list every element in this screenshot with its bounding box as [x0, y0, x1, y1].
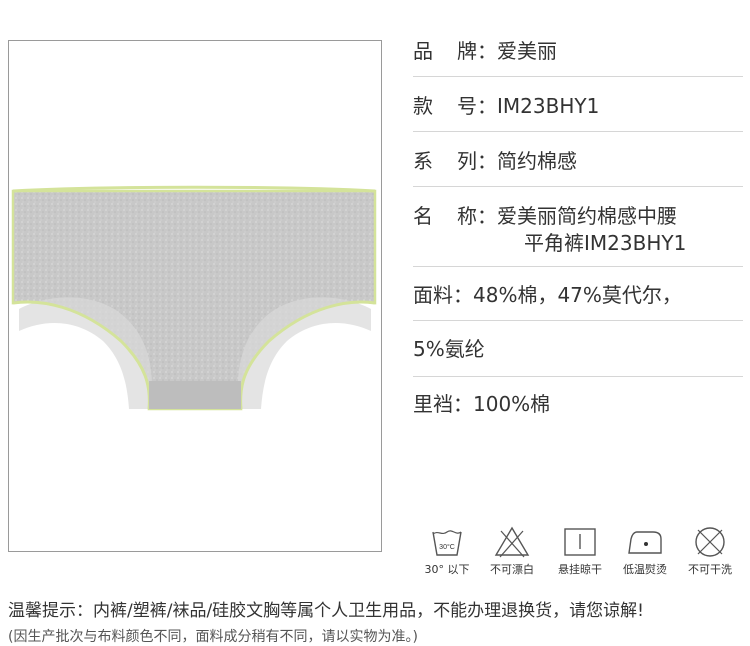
care-caption: 不可漂白	[490, 563, 534, 576]
divider	[413, 320, 743, 321]
no-bleach-icon	[494, 526, 530, 558]
care-caption: 悬挂晾干	[558, 563, 602, 576]
spec-name-label: 名称	[413, 204, 477, 228]
spec-brand-value: 爱美丽	[497, 39, 557, 63]
warm-notice: 温馨提示：内裤/塑裤/袜品/硅胶文胸等属个人卫生用品，不能办理退换货，请您谅解!	[8, 601, 644, 621]
spec-fabric-cont: 5%氨纶	[413, 336, 750, 363]
spec-lining: 里裆：100%棉	[413, 392, 551, 416]
divider	[413, 76, 743, 77]
care-no-bleach: 不可漂白	[482, 525, 542, 577]
color-disclaimer: (因生产批次与布料颜色不同，面料成分稍有不同，请以实物为准。)	[8, 629, 418, 645]
spec-style-no-value: IM23BHY1	[497, 94, 600, 118]
spec-series-label: 系列	[413, 149, 477, 173]
care-hang-dry: 悬挂晾干	[550, 525, 610, 577]
care-low-iron: 低温熨烫	[615, 525, 675, 577]
divider	[413, 186, 743, 187]
care-caption: 30° 以下	[424, 563, 470, 576]
spec-series-value: 简约棉感	[497, 149, 577, 173]
spec-brand: 品牌 ：爱美丽	[413, 39, 557, 63]
wash-30-icon: 30°C	[432, 530, 462, 556]
spec-lining-label: 里裆	[413, 392, 453, 416]
no-dry-clean-icon	[695, 527, 725, 557]
spec-fabric: 面料：48%棉，47%莫代尔，	[413, 283, 682, 307]
spec-brand-label: 品牌	[413, 39, 477, 63]
spec-fabric-value-line2: 5%氨纶	[413, 337, 485, 361]
spec-name: 名称 ：爱美丽简约棉感中腰 平角裤IM23BHY1	[413, 204, 687, 255]
divider	[413, 131, 743, 132]
low-iron-icon	[628, 531, 662, 554]
spec-style-no: 款号 ：IM23BHY1	[413, 94, 600, 118]
divider	[413, 266, 743, 267]
svg-text:30°C: 30°C	[439, 543, 455, 551]
hang-dry-icon	[564, 528, 596, 556]
spec-name-value-line2: 平角裤IM23BHY1	[524, 231, 687, 255]
spec-style-no-label: 款号	[413, 94, 477, 118]
product-image-frame	[8, 40, 382, 552]
spec-fabric-value-line1: 48%棉，47%莫代尔，	[473, 283, 682, 307]
divider	[413, 376, 743, 377]
care-wash-30: 30°C 30° 以下	[417, 525, 477, 577]
spec-series: 系列 ：简约棉感	[413, 149, 577, 173]
care-no-dry-clean: 不可干洗	[680, 525, 740, 577]
spec-fabric-label: 面料	[413, 283, 453, 307]
spec-name-value-line1: 爱美丽简约棉感中腰	[497, 204, 677, 228]
spec-lining-value: 100%棉	[473, 392, 551, 416]
product-image	[11, 185, 377, 411]
care-caption: 不可干洗	[688, 563, 732, 576]
care-caption: 低温熨烫	[623, 563, 667, 576]
